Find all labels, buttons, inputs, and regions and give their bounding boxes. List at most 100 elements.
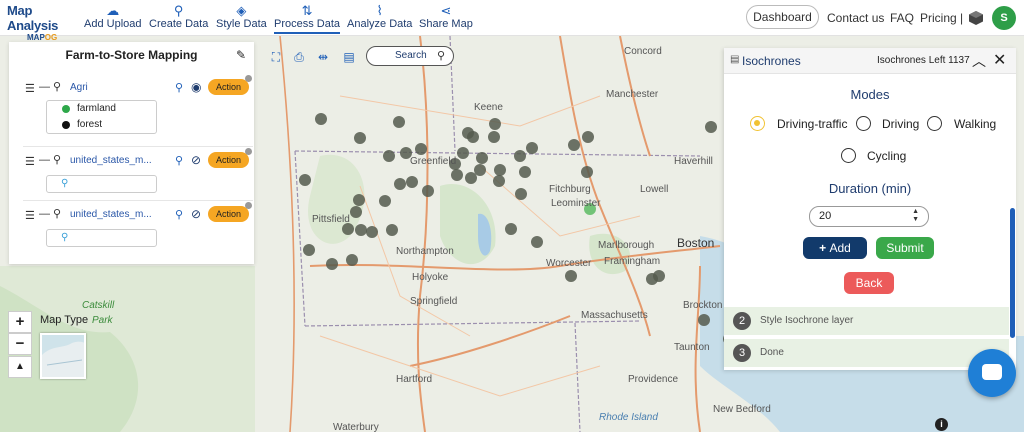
measure-icon[interactable]: ⇹ bbox=[313, 48, 333, 66]
drag-handle-icon[interactable]: ☰ bbox=[25, 209, 35, 222]
farm-marker[interactable] bbox=[350, 206, 362, 218]
farm-marker[interactable] bbox=[353, 194, 365, 206]
farm-marker[interactable] bbox=[465, 172, 477, 184]
drag-handle-icon[interactable]: ☰ bbox=[25, 82, 35, 95]
map-type-thumbnail[interactable] bbox=[40, 333, 86, 379]
farm-marker[interactable] bbox=[494, 164, 506, 176]
radio-cycling[interactable] bbox=[841, 148, 856, 163]
place-lowell: Lowell bbox=[640, 184, 669, 195]
farm-marker[interactable] bbox=[582, 131, 594, 143]
layer-name[interactable]: Agri bbox=[70, 82, 88, 93]
farm-marker[interactable] bbox=[515, 188, 527, 200]
farm-marker[interactable] bbox=[346, 254, 358, 266]
zoom-to-layer-icon[interactable]: ⚲ bbox=[175, 154, 183, 167]
farm-marker[interactable] bbox=[581, 166, 593, 178]
farm-marker[interactable] bbox=[355, 224, 367, 236]
edit-pencil-icon[interactable]: ✎ bbox=[236, 48, 246, 62]
step-style-isochrone[interactable]: 2 Style Isochrone layer bbox=[724, 307, 1009, 335]
place-hartford: Hartford bbox=[396, 374, 433, 385]
print-icon[interactable]: ⎙ bbox=[289, 48, 309, 66]
farm-marker[interactable] bbox=[568, 139, 580, 151]
zoom-to-layer-icon[interactable]: ⚲ bbox=[175, 81, 183, 94]
user-avatar[interactable]: S bbox=[992, 6, 1016, 30]
farm-marker[interactable] bbox=[488, 131, 500, 143]
zoom-to-layer-icon[interactable]: ⚲ bbox=[175, 208, 183, 221]
collapse-icon[interactable]: — bbox=[39, 154, 50, 166]
farm-marker[interactable] bbox=[457, 147, 469, 159]
layer-action-button[interactable]: Action bbox=[208, 206, 249, 222]
farm-marker[interactable] bbox=[315, 113, 327, 125]
nav-analyze-data[interactable]: ⌇ Analyze Data bbox=[347, 3, 412, 30]
farm-marker[interactable] bbox=[415, 143, 427, 155]
layer-action-button[interactable]: Action bbox=[208, 79, 249, 95]
radio-walking[interactable] bbox=[927, 116, 942, 131]
contact-link[interactable]: Contact us bbox=[827, 11, 884, 25]
farm-marker[interactable] bbox=[705, 121, 717, 133]
layer-name[interactable]: united_states_m... bbox=[70, 209, 152, 220]
farm-marker[interactable] bbox=[653, 270, 665, 282]
pricing-link[interactable]: Pricing | bbox=[920, 11, 963, 25]
farm-marker[interactable] bbox=[531, 236, 543, 248]
duration-input[interactable]: 20 ▲ ▼ bbox=[809, 206, 929, 227]
farm-marker[interactable] bbox=[505, 223, 517, 235]
step-done[interactable]: 3 Done bbox=[724, 339, 1009, 367]
layer-action-button[interactable]: Action bbox=[208, 152, 249, 168]
farm-marker[interactable] bbox=[393, 116, 405, 128]
farm-marker[interactable] bbox=[299, 174, 311, 186]
drag-handle-icon[interactable]: ☰ bbox=[25, 155, 35, 168]
zoom-in-button[interactable]: + bbox=[8, 311, 32, 333]
app-logo[interactable]: Map Analysis MAPOG bbox=[7, 3, 77, 42]
nav-share-map[interactable]: ⋖ Share Map bbox=[419, 3, 473, 30]
radio-driving[interactable] bbox=[856, 116, 871, 131]
farm-marker[interactable] bbox=[394, 178, 406, 190]
radio-driving-traffic[interactable] bbox=[750, 116, 765, 131]
eye-icon[interactable]: ◉ bbox=[191, 80, 201, 94]
info-icon[interactable]: i bbox=[935, 418, 948, 431]
farm-marker[interactable] bbox=[565, 270, 577, 282]
add-button[interactable]: + Add bbox=[803, 237, 867, 259]
farm-marker[interactable] bbox=[514, 150, 526, 162]
nav-add-upload[interactable]: ☁ Add Upload bbox=[84, 3, 142, 30]
collapse-icon[interactable]: — bbox=[39, 81, 50, 93]
nav-create-data[interactable]: ⚲ Create Data bbox=[149, 3, 208, 30]
nav-process-data[interactable]: ⇅ Process Data bbox=[274, 3, 341, 34]
farm-marker[interactable] bbox=[422, 185, 434, 197]
farm-marker[interactable] bbox=[303, 244, 315, 256]
farm-marker[interactable] bbox=[383, 150, 395, 162]
farm-marker[interactable] bbox=[406, 176, 418, 188]
eye-off-icon[interactable]: ⊘ bbox=[191, 153, 201, 167]
fullscreen-icon[interactable]: ⛶ bbox=[266, 48, 286, 66]
farm-marker[interactable] bbox=[386, 224, 398, 236]
chevron-up-icon[interactable]: ︿ bbox=[972, 51, 986, 71]
comment-icon[interactable]: ▤ bbox=[339, 48, 359, 66]
close-icon[interactable]: ✕ bbox=[993, 50, 1006, 70]
submit-button[interactable]: Submit bbox=[876, 237, 934, 259]
farm-marker[interactable] bbox=[326, 258, 338, 270]
farm-marker[interactable] bbox=[474, 164, 486, 176]
farm-marker[interactable] bbox=[493, 175, 505, 187]
zoom-out-button[interactable]: − bbox=[8, 333, 32, 355]
dashboard-button[interactable]: Dashboard bbox=[746, 5, 819, 29]
stepper-arrows-icon[interactable]: ▲ ▼ bbox=[912, 208, 919, 224]
farm-marker[interactable] bbox=[451, 169, 463, 181]
farm-marker[interactable] bbox=[379, 195, 391, 207]
farm-marker[interactable] bbox=[489, 118, 501, 130]
compass-reset-button[interactable]: ▲ bbox=[8, 356, 32, 378]
faq-link[interactable]: FAQ bbox=[890, 11, 914, 25]
back-button[interactable]: Back bbox=[844, 272, 894, 294]
farm-marker[interactable] bbox=[519, 166, 531, 178]
collapse-icon[interactable]: — bbox=[39, 208, 50, 220]
nav-style-data[interactable]: ◈ Style Data bbox=[216, 3, 267, 30]
farm-marker[interactable] bbox=[476, 152, 488, 164]
farm-marker[interactable] bbox=[366, 226, 378, 238]
eye-off-icon[interactable]: ⊘ bbox=[191, 207, 201, 221]
farm-marker[interactable] bbox=[467, 131, 479, 143]
cube-icon[interactable] bbox=[968, 10, 984, 26]
panel-scrollbar[interactable] bbox=[1010, 208, 1015, 338]
farm-marker[interactable] bbox=[354, 132, 366, 144]
farm-marker[interactable] bbox=[526, 142, 538, 154]
chat-widget-button[interactable] bbox=[968, 349, 1016, 397]
farm-marker[interactable] bbox=[698, 314, 710, 326]
map-search-button[interactable]: Search ⚲ bbox=[366, 46, 454, 66]
layer-name[interactable]: united_states_m... bbox=[70, 155, 152, 166]
